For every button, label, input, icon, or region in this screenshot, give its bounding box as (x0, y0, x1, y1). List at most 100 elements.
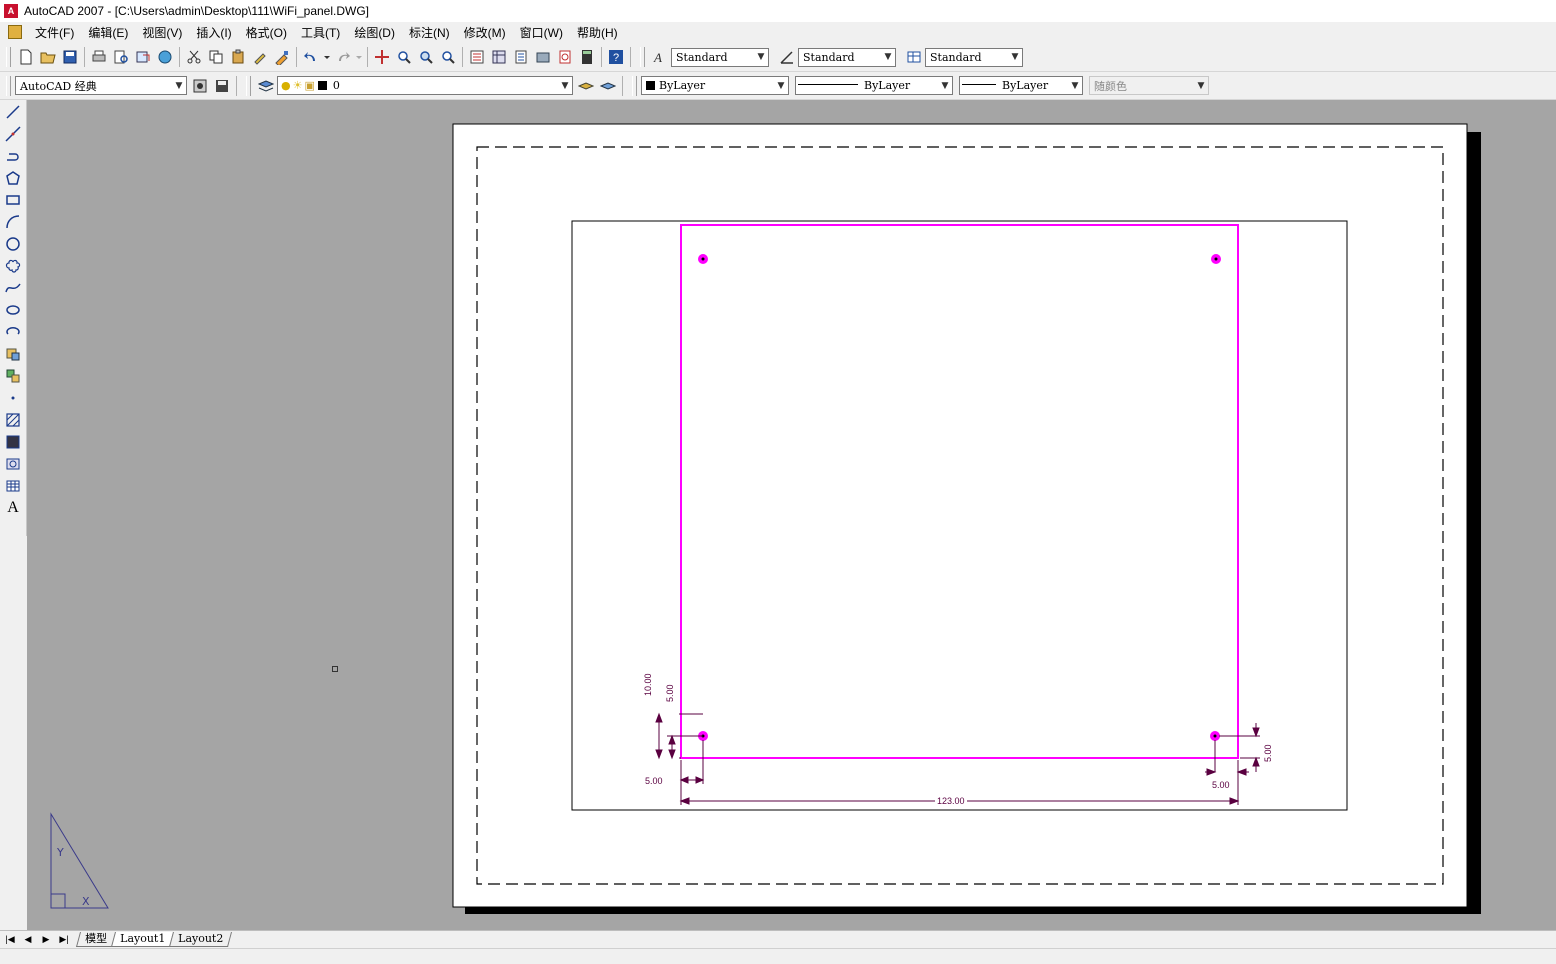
mounting-hole-top-right (1211, 254, 1221, 264)
hatch-icon[interactable] (2, 410, 24, 430)
svg-text:?: ? (613, 52, 619, 64)
insert-block-icon[interactable] (2, 344, 24, 364)
revision-cloud-icon[interactable] (2, 256, 24, 276)
linetype-control-select[interactable]: ByLayer ▼ (795, 76, 953, 95)
dimension-style-select[interactable]: Standard ▼ (798, 47, 896, 67)
tab-model[interactable]: 模型 (75, 932, 117, 947)
toolbar-grip[interactable] (246, 75, 251, 96)
polygon-icon[interactable] (2, 168, 24, 188)
open-file-icon[interactable] (38, 47, 58, 67)
table-icon[interactable] (2, 476, 24, 496)
toolbar-grip[interactable] (640, 47, 645, 67)
menu-insert[interactable]: 插入(I) (189, 24, 238, 41)
first-tab-icon[interactable]: |◀ (2, 933, 18, 947)
paste-icon[interactable] (228, 47, 248, 67)
toolbar-grip[interactable] (632, 75, 637, 96)
toolbar-grip[interactable] (6, 47, 11, 67)
block-editor-icon[interactable] (272, 47, 292, 67)
menu-window[interactable]: 窗口(W) (513, 24, 570, 41)
line-icon[interactable] (2, 102, 24, 122)
redo-dropdown-icon[interactable] (355, 47, 363, 67)
separator (367, 47, 368, 67)
standard-toolbar: ? A Standard ▼ Standard ▼ Standard ▼ (0, 43, 1556, 72)
drawing-canvas[interactable]: 123.00 10.00 5.00 5.00 5.00 5.00 Y X (27, 100, 1556, 930)
chevron-down-icon: ▼ (1011, 52, 1019, 62)
undo-icon[interactable] (301, 47, 321, 67)
region-icon[interactable] (2, 454, 24, 474)
markup-set-manager-icon[interactable] (555, 47, 575, 67)
previous-tab-icon[interactable]: ◀ (20, 933, 36, 947)
lineweight-control-select[interactable]: ByLayer ▼ (959, 76, 1083, 95)
autocad-app-icon[interactable]: A (4, 4, 18, 18)
text-style-icon[interactable]: A (650, 47, 670, 67)
publish-icon[interactable] (133, 47, 153, 67)
make-object-layer-current-icon[interactable] (576, 76, 596, 96)
print-icon[interactable] (89, 47, 109, 67)
undo-dropdown-icon[interactable] (323, 47, 331, 67)
zoom-window-icon[interactable] (416, 47, 436, 67)
rectangle-icon[interactable] (2, 190, 24, 210)
menu-format[interactable]: 格式(O) (239, 24, 294, 41)
plot-preview-icon[interactable] (111, 47, 131, 67)
dim-right-hole-offset-h: 5.00 (1212, 780, 1230, 790)
next-tab-icon[interactable]: ▶ (38, 933, 54, 947)
circle-icon[interactable] (2, 234, 24, 254)
menu-edit[interactable]: 编辑(E) (81, 24, 135, 41)
help-icon[interactable]: ? (606, 47, 626, 67)
paper-sheet (452, 123, 1468, 908)
dim-left-hole-offset-v: 5.00 (665, 684, 675, 702)
save-icon[interactable] (60, 47, 80, 67)
polyline-icon[interactable] (2, 146, 24, 166)
menu-help[interactable]: 帮助(H) (570, 24, 625, 41)
workspace-select[interactable]: AutoCAD 经典 ▼ (15, 76, 187, 95)
layer-previous-icon[interactable] (598, 76, 618, 96)
ellipse-icon[interactable] (2, 300, 24, 320)
copy-icon[interactable] (206, 47, 226, 67)
redo-icon[interactable] (333, 47, 353, 67)
toolbar-grip[interactable] (6, 75, 11, 96)
window-title: AutoCAD 2007 - [C:\Users\admin\Desktop\1… (24, 4, 370, 18)
tab-layout1[interactable]: Layout1 (110, 932, 175, 947)
color-swatch (646, 81, 655, 90)
pan-icon[interactable] (372, 47, 392, 67)
spline-icon[interactable] (2, 278, 24, 298)
arc-icon[interactable] (2, 212, 24, 232)
quick-calc-icon[interactable] (577, 47, 597, 67)
3d-dwf-icon[interactable] (155, 47, 175, 67)
layer-manager-icon[interactable] (256, 76, 276, 96)
workspace-settings-icon[interactable] (190, 76, 210, 96)
tool-palettes-icon[interactable] (511, 47, 531, 67)
menu-bar: 文件(F) 编辑(E) 视图(V) 插入(I) 格式(O) 工具(T) 绘图(D… (0, 22, 1556, 42)
gradient-icon[interactable] (2, 432, 24, 452)
tab-layout2[interactable]: Layout2 (169, 932, 233, 947)
save-workspace-icon[interactable] (212, 76, 232, 96)
table-style-select[interactable]: Standard ▼ (925, 47, 1023, 67)
menu-modify[interactable]: 修改(M) (457, 24, 513, 41)
ellipse-arc-icon[interactable] (2, 322, 24, 342)
table-style-icon[interactable] (904, 47, 924, 67)
multiline-text-icon[interactable]: A (2, 498, 24, 518)
menu-dimension[interactable]: 标注(N) (402, 24, 457, 41)
match-properties-icon[interactable] (250, 47, 270, 67)
construction-line-icon[interactable] (2, 124, 24, 144)
document-icon[interactable] (8, 25, 22, 39)
color-control-select[interactable]: ByLayer ▼ (641, 76, 789, 95)
menu-file[interactable]: 文件(F) (28, 24, 81, 41)
dim-style-icon[interactable] (777, 47, 797, 67)
cut-icon[interactable] (184, 47, 204, 67)
properties-icon[interactable] (467, 47, 487, 67)
zoom-previous-icon[interactable] (438, 47, 458, 67)
last-tab-icon[interactable]: ▶| (56, 933, 72, 947)
menu-draw[interactable]: 绘图(D) (347, 24, 402, 41)
status-bar (0, 948, 1556, 964)
make-block-icon[interactable] (2, 366, 24, 386)
point-icon[interactable] (2, 388, 24, 408)
menu-tools[interactable]: 工具(T) (294, 24, 347, 41)
sheet-set-manager-icon[interactable] (533, 47, 553, 67)
design-center-icon[interactable] (489, 47, 509, 67)
layer-select[interactable]: ● ☀ ▣ 0 ▼ (277, 76, 573, 95)
zoom-realtime-icon[interactable] (394, 47, 414, 67)
menu-view[interactable]: 视图(V) (135, 24, 189, 41)
text-style-select[interactable]: Standard ▼ (671, 47, 769, 67)
new-file-icon[interactable] (16, 47, 36, 67)
